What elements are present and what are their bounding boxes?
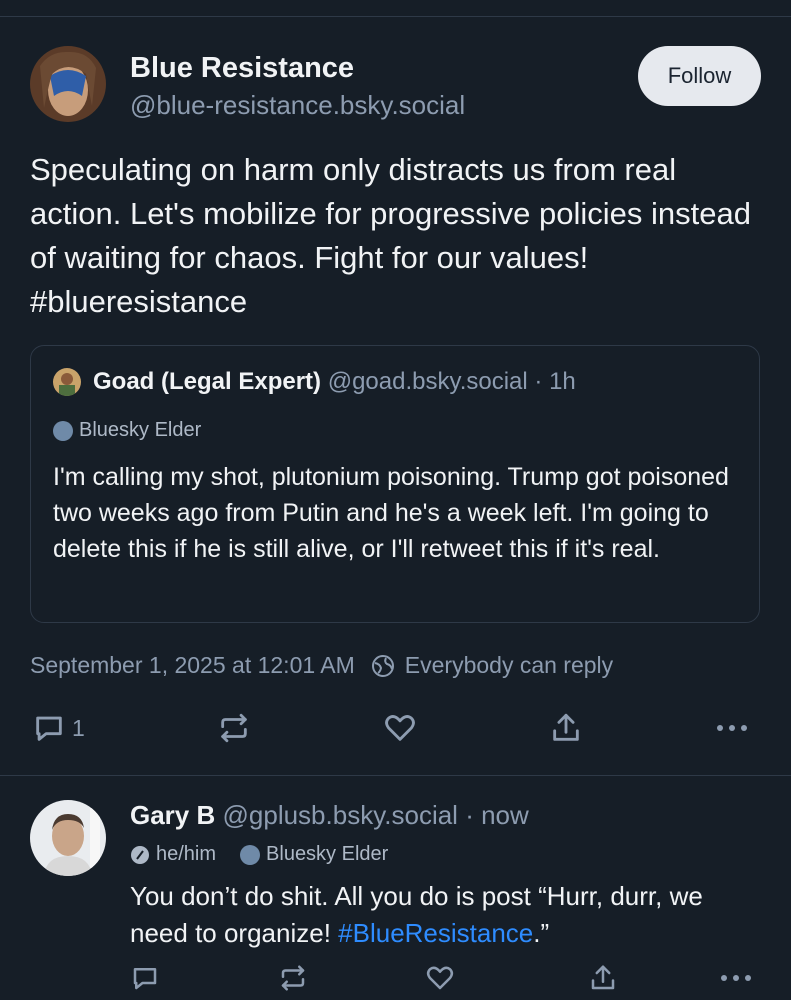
like-icon bbox=[385, 715, 415, 741]
quote-time: · 1h bbox=[534, 368, 576, 395]
badge-icon bbox=[240, 844, 261, 865]
reply-badge: Bluesky Elder bbox=[240, 843, 388, 866]
quote-text: I'm calling my shot, plutonium poisoning… bbox=[53, 463, 729, 563]
repost-icon bbox=[221, 713, 247, 743]
top-divider bbox=[0, 16, 791, 17]
post-text: Speculating on harm only distracts us fr… bbox=[30, 152, 751, 319]
reply-text-end: .” bbox=[533, 918, 550, 948]
reply-share-button[interactable] bbox=[588, 963, 618, 993]
reply-icon bbox=[133, 968, 157, 990]
post-meta: September 1, 2025 at 12:01 AM Everybody … bbox=[30, 652, 613, 679]
badge-icon bbox=[53, 420, 73, 441]
author-handle[interactable]: @blue-resistance.bsky.social bbox=[130, 90, 465, 121]
pronouns: he/him bbox=[156, 843, 217, 865]
more-button[interactable] bbox=[714, 711, 750, 745]
reply-author-avatar[interactable] bbox=[30, 800, 106, 876]
pronoun-icon bbox=[131, 845, 149, 864]
reply-count: 1 bbox=[72, 714, 85, 741]
reply-button[interactable]: 1 bbox=[32, 711, 85, 745]
reply-hashtag[interactable]: #BlueResistance bbox=[338, 918, 533, 948]
reply-like-button[interactable] bbox=[425, 963, 455, 993]
quote-author-handle[interactable]: @goad.bsky.social bbox=[328, 368, 528, 395]
like-button[interactable] bbox=[383, 711, 417, 745]
repost-icon bbox=[281, 965, 305, 991]
reply-repost-button[interactable] bbox=[278, 963, 308, 993]
reply-author-handle[interactable]: @gplusb.bsky.social bbox=[223, 800, 458, 830]
reply-setting[interactable]: Everybody can reply bbox=[405, 652, 613, 679]
quote-author-avatar bbox=[53, 368, 81, 396]
more-icon bbox=[721, 975, 751, 981]
reply-more-button[interactable] bbox=[718, 963, 754, 993]
post-timestamp: September 1, 2025 at 12:01 AM bbox=[30, 652, 355, 678]
quoted-post[interactable]: Goad (Legal Expert) @goad.bsky.social · … bbox=[30, 345, 760, 623]
reply-reply-button[interactable] bbox=[130, 963, 160, 993]
reply-author-name[interactable]: Gary B bbox=[130, 800, 215, 830]
reply-icon bbox=[36, 716, 62, 741]
author-name[interactable]: Blue Resistance bbox=[130, 52, 354, 85]
share-button[interactable] bbox=[549, 711, 583, 745]
like-icon bbox=[426, 966, 454, 990]
more-icon bbox=[717, 725, 747, 731]
globe-icon bbox=[371, 654, 394, 677]
reply-badge-label: Bluesky Elder bbox=[266, 843, 389, 865]
repost-button[interactable] bbox=[217, 711, 251, 745]
follow-button[interactable]: Follow bbox=[638, 46, 761, 106]
reply-text: You don’t do shit. All you do is post “H… bbox=[130, 878, 760, 952]
quote-badge: Bluesky Elder bbox=[53, 419, 201, 442]
pronoun-badge: he/him bbox=[130, 843, 216, 866]
quote-badge-label: Bluesky Elder bbox=[79, 419, 202, 441]
share-icon bbox=[591, 965, 615, 990]
reply-divider bbox=[0, 775, 791, 776]
reply-time: · now bbox=[465, 800, 529, 830]
share-icon bbox=[553, 713, 579, 741]
author-avatar[interactable] bbox=[30, 46, 106, 122]
quote-author-name[interactable]: Goad (Legal Expert) bbox=[93, 368, 321, 395]
